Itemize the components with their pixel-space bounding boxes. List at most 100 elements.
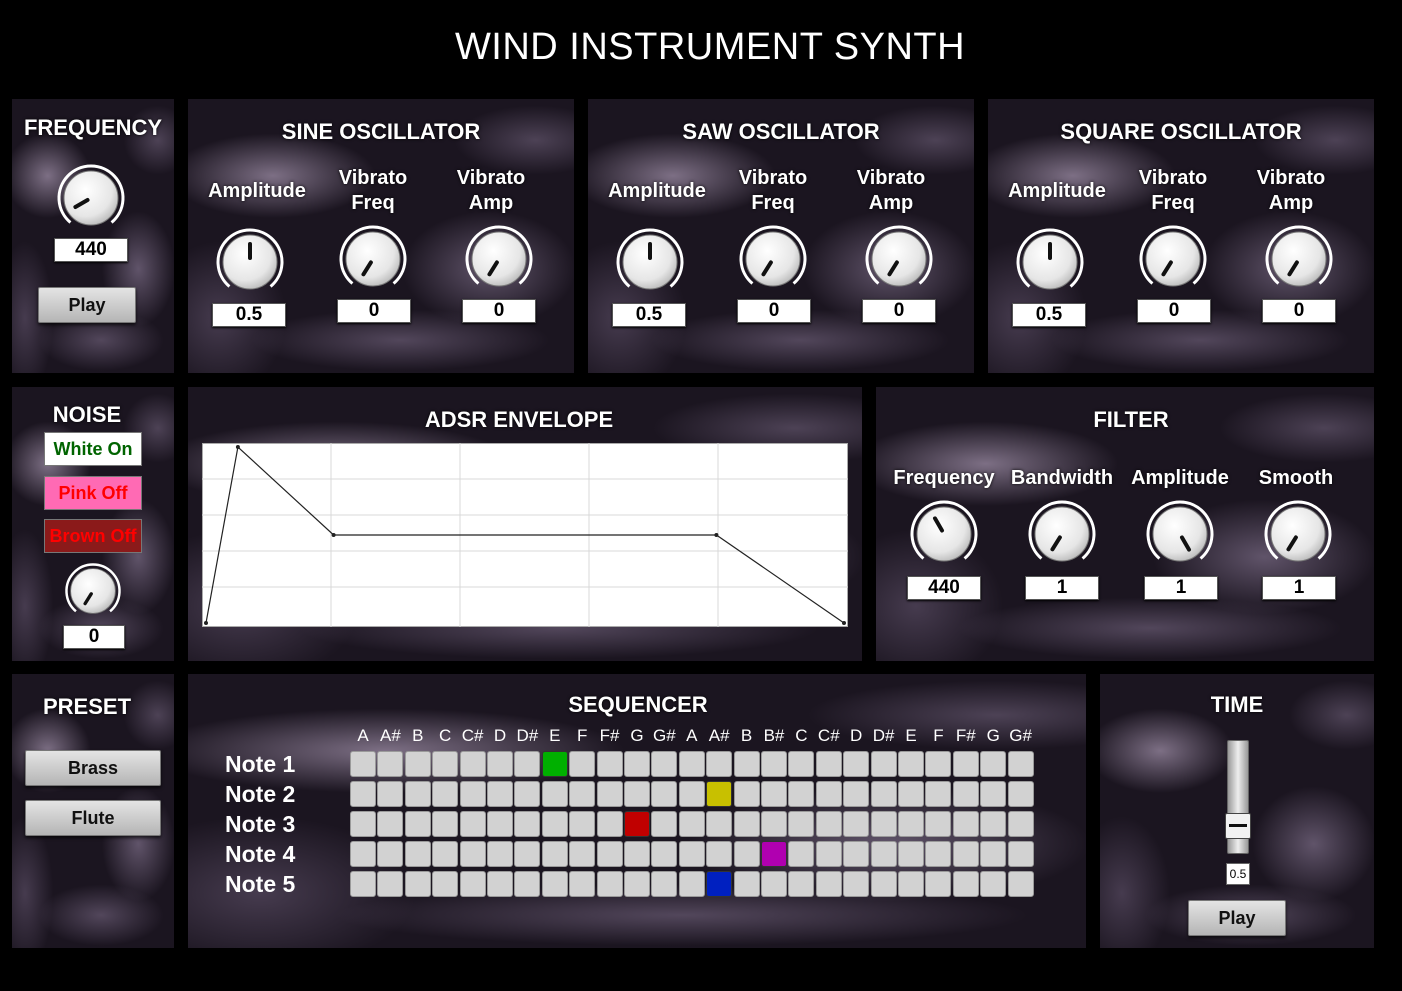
sequencer-cell[interactable] — [706, 751, 733, 777]
sequencer-cell[interactable] — [404, 841, 431, 867]
sequencer-cell[interactable] — [925, 781, 952, 807]
sequencer-cell[interactable] — [898, 871, 924, 897]
filter-smooth-knob[interactable] — [1263, 499, 1333, 569]
sequencer-cell[interactable] — [350, 841, 376, 867]
sequencer-cell[interactable] — [624, 871, 650, 897]
sequencer-cell[interactable] — [788, 841, 815, 867]
sequencer-cell[interactable] — [898, 811, 924, 837]
sequencer-cell[interactable] — [980, 871, 1007, 897]
sequencer-cell[interactable] — [815, 811, 842, 837]
sequencer-cell[interactable] — [815, 841, 842, 867]
sequencer-cell[interactable] — [377, 751, 404, 777]
sequencer-cell[interactable] — [569, 751, 596, 777]
sequencer-cell[interactable] — [952, 811, 979, 837]
sine-vibrato-freq-value[interactable]: 0 — [337, 299, 411, 323]
sequencer-cell[interactable] — [569, 811, 596, 837]
sequencer-cell[interactable] — [404, 781, 431, 807]
sequencer-cell[interactable] — [843, 751, 870, 777]
sequencer-cell[interactable] — [432, 811, 459, 837]
sequencer-cell[interactable] — [541, 781, 568, 807]
noise-value[interactable]: 0 — [63, 625, 125, 649]
sequencer-cell[interactable] — [350, 751, 376, 777]
sequencer-cell[interactable] — [761, 751, 787, 777]
sequencer-cell[interactable] — [761, 811, 787, 837]
time-slider-handle[interactable] — [1225, 813, 1251, 839]
sequencer-cell[interactable] — [377, 811, 404, 837]
sequencer-cell[interactable] — [898, 781, 924, 807]
sequencer-cell[interactable] — [377, 841, 404, 867]
sequencer-cell[interactable] — [651, 781, 678, 807]
sequencer-cell[interactable] — [1007, 841, 1034, 867]
sequencer-cell[interactable] — [624, 841, 650, 867]
sequencer-cell[interactable] — [952, 871, 979, 897]
sequencer-cell[interactable] — [487, 811, 513, 837]
sequencer-cell[interactable] — [377, 871, 404, 897]
sequencer-cell[interactable] — [678, 871, 705, 897]
sine-vibrato-freq-knob[interactable] — [338, 224, 408, 294]
sequencer-cell[interactable] — [596, 811, 623, 837]
sequencer-cell[interactable] — [377, 781, 404, 807]
filter-amplitude-value[interactable]: 1 — [1144, 576, 1218, 600]
pink-noise-toggle[interactable]: Pink Off — [44, 476, 142, 510]
sequencer-cell[interactable] — [541, 751, 568, 777]
sequencer-cell[interactable] — [870, 811, 897, 837]
sequencer-cell[interactable] — [1007, 871, 1034, 897]
sequencer-cell[interactable] — [925, 841, 952, 867]
sequencer-cell[interactable] — [487, 871, 513, 897]
sequencer-cell[interactable] — [459, 811, 486, 837]
sequencer-cell[interactable] — [761, 871, 787, 897]
sequencer-cell[interactable] — [733, 841, 760, 867]
sequencer-cell[interactable] — [815, 751, 842, 777]
sequencer-cell[interactable] — [350, 871, 376, 897]
sequencer-cell[interactable] — [459, 871, 486, 897]
sequencer-cell[interactable] — [980, 841, 1007, 867]
sequencer-cell[interactable] — [404, 871, 431, 897]
sequencer-cell[interactable] — [350, 811, 376, 837]
sequencer-cell[interactable] — [541, 811, 568, 837]
sequencer-cell[interactable] — [514, 841, 541, 867]
saw-vibrato-amp-knob[interactable] — [864, 224, 934, 294]
sequencer-cell[interactable] — [870, 841, 897, 867]
filter-smooth-value[interactable]: 1 — [1262, 576, 1336, 600]
sequencer-cell[interactable] — [980, 751, 1007, 777]
sequencer-cell[interactable] — [733, 871, 760, 897]
sequencer-cell[interactable] — [432, 751, 459, 777]
sequencer-cell[interactable] — [596, 841, 623, 867]
filter-bandwidth-value[interactable]: 1 — [1025, 576, 1099, 600]
time-value[interactable]: 0.5 — [1226, 863, 1250, 885]
sequencer-cell[interactable] — [843, 811, 870, 837]
sequencer-cell[interactable] — [980, 781, 1007, 807]
adsr-point-0[interactable] — [204, 621, 208, 625]
square-amplitude-knob[interactable] — [1015, 227, 1085, 297]
sequencer-cell[interactable] — [350, 781, 376, 807]
sequencer-cell[interactable] — [541, 841, 568, 867]
sequencer-cell[interactable] — [569, 871, 596, 897]
sequencer-cell[interactable] — [843, 841, 870, 867]
sequencer-cell[interactable] — [596, 871, 623, 897]
sequencer-cell[interactable] — [1007, 781, 1034, 807]
sequencer-cell[interactable] — [733, 781, 760, 807]
sine-amplitude-value[interactable]: 0.5 — [212, 303, 286, 327]
sequencer-cell[interactable] — [1007, 751, 1034, 777]
sequencer-cell[interactable] — [569, 841, 596, 867]
sequencer-cell[interactable] — [870, 751, 897, 777]
saw-amplitude-value[interactable]: 0.5 — [612, 303, 686, 327]
sequencer-cell[interactable] — [487, 751, 513, 777]
sequencer-cell[interactable] — [514, 781, 541, 807]
sequencer-cell[interactable] — [925, 751, 952, 777]
adsr-point-4[interactable] — [842, 621, 846, 625]
sequencer-cell[interactable] — [678, 751, 705, 777]
flute-preset-button[interactable]: Flute — [25, 800, 161, 836]
sequencer-cell[interactable] — [432, 841, 459, 867]
adsr-point-2[interactable] — [331, 533, 336, 537]
sequencer-cell[interactable] — [651, 811, 678, 837]
sequencer-cell[interactable] — [761, 781, 787, 807]
filter-bandwidth-knob[interactable] — [1027, 499, 1097, 569]
sequencer-cell[interactable] — [514, 871, 541, 897]
sequencer-cell[interactable] — [404, 811, 431, 837]
adsr-point-3[interactable] — [714, 533, 719, 537]
sequencer-cell[interactable] — [843, 871, 870, 897]
time-play-button[interactable]: Play — [1188, 900, 1286, 936]
saw-vibrato-amp-value[interactable]: 0 — [862, 299, 936, 323]
filter-frequency-knob[interactable] — [909, 499, 979, 569]
